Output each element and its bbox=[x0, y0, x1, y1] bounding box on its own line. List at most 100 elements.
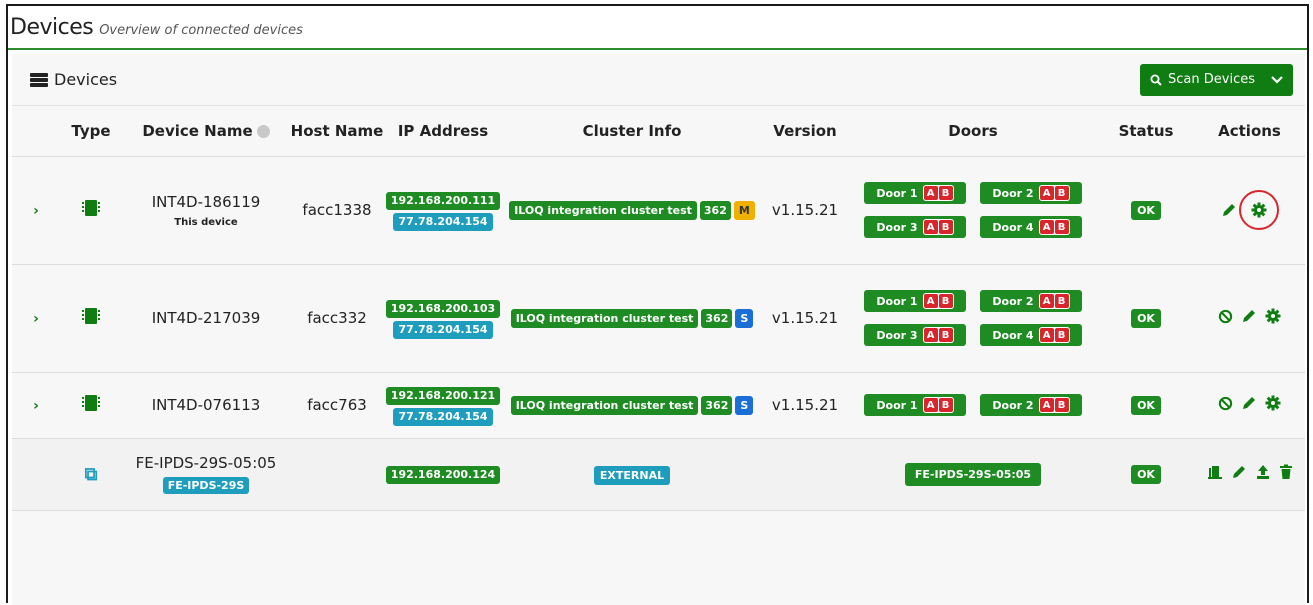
cluster-info: ILOQ integration cluster test 362 M bbox=[509, 201, 755, 220]
door-locks: AB bbox=[1038, 397, 1070, 413]
door-locks: AB bbox=[1038, 293, 1070, 309]
chevron-right-icon[interactable]: › bbox=[33, 203, 39, 219]
device-name: FE-IPDS-29S-05:05 bbox=[135, 454, 277, 472]
table-row[interactable]: › INT4D-076113 facc763 192.168.200.121 77… bbox=[12, 372, 1305, 439]
lock-a[interactable]: A bbox=[923, 328, 938, 342]
col-device-name[interactable]: Device Name bbox=[122, 106, 290, 157]
lock-b[interactable]: B bbox=[938, 220, 953, 234]
cluster-name: ILOQ integration cluster test bbox=[510, 396, 699, 415]
door-badge[interactable]: Door 4 AB bbox=[980, 216, 1082, 238]
panel-header: Devices Scan Devices bbox=[12, 54, 1305, 106]
status-badge: OK bbox=[1131, 201, 1161, 220]
lock-b[interactable]: B bbox=[938, 186, 953, 200]
info-icon[interactable] bbox=[256, 124, 270, 138]
door-label: Door 1 bbox=[876, 398, 918, 412]
lock-b[interactable]: B bbox=[1054, 294, 1069, 308]
chevron-right-icon[interactable]: › bbox=[33, 311, 39, 327]
door-badge[interactable]: Door 2 AB bbox=[980, 394, 1082, 416]
lock-a[interactable]: A bbox=[923, 186, 938, 200]
external-link-icon[interactable]: ⧉ bbox=[85, 464, 98, 485]
doors-grid: Door 1AB Door 2AB bbox=[848, 394, 1098, 416]
lock-a[interactable]: A bbox=[923, 398, 938, 412]
col-version: Version bbox=[762, 106, 848, 157]
scan-devices-label: Scan Devices bbox=[1168, 72, 1255, 87]
scan-devices-button[interactable]: Scan Devices bbox=[1140, 63, 1293, 96]
cluster-info: ILOQ integration cluster test 362 S bbox=[510, 396, 754, 415]
table-row[interactable]: › INT4D-217039 facc332 192.168.200.103 77… bbox=[12, 264, 1305, 373]
table-row[interactable]: ⧉ FE-IPDS-29S-05:05 FE-IPDS-29S 192.168.2… bbox=[12, 438, 1305, 511]
lock-b[interactable]: B bbox=[938, 294, 953, 308]
col-status: Status bbox=[1098, 106, 1194, 157]
trash-icon[interactable] bbox=[1279, 464, 1293, 480]
ip-public: 77.78.204.154 bbox=[393, 407, 493, 426]
lock-b[interactable]: B bbox=[1054, 220, 1069, 234]
ip-local: 192.168.200.121 bbox=[385, 386, 501, 405]
cluster-name: ILOQ integration cluster test bbox=[509, 201, 697, 220]
devices-page: Devices Overview of connected devices De… bbox=[6, 4, 1309, 605]
lock-b[interactable]: B bbox=[1054, 186, 1069, 200]
col-type: Type bbox=[60, 106, 122, 157]
chevron-right-icon[interactable]: › bbox=[33, 398, 39, 414]
gear-icon[interactable] bbox=[1265, 308, 1281, 324]
lock-a[interactable]: A bbox=[1039, 328, 1054, 342]
door-badge[interactable]: Door 1 AB bbox=[864, 394, 966, 416]
door-badge[interactable]: Door 2 AB bbox=[980, 182, 1082, 204]
door-badge[interactable]: Door 4 AB bbox=[980, 324, 1082, 346]
page-subtitle: Overview of connected devices bbox=[99, 22, 303, 38]
lock-a[interactable]: A bbox=[923, 220, 938, 234]
cluster-name: ILOQ integration cluster test bbox=[510, 309, 699, 328]
device-name: INT4D-076113 bbox=[151, 396, 261, 414]
door-badge[interactable]: Door 1 AB bbox=[864, 290, 966, 312]
ip-public: 77.78.204.154 bbox=[393, 320, 493, 339]
status-badge: OK bbox=[1131, 465, 1161, 484]
door-badge[interactable]: FE-IPDS-29S-05:05 bbox=[904, 462, 1042, 486]
row-actions bbox=[1207, 464, 1293, 480]
col-device-name-label: Device Name bbox=[142, 121, 253, 140]
chevron-down-icon[interactable] bbox=[1271, 75, 1283, 84]
lock-a[interactable]: A bbox=[1039, 294, 1054, 308]
lock-a[interactable]: A bbox=[923, 294, 938, 308]
host-name: facc763 bbox=[290, 372, 384, 439]
highlight-circle bbox=[1238, 190, 1279, 230]
ip-public: 77.78.204.154 bbox=[393, 212, 493, 231]
devices-table: Type Device Name Host Name IP Address Cl… bbox=[12, 106, 1305, 511]
door-locks: AB bbox=[922, 293, 954, 309]
door-locks: AB bbox=[922, 397, 954, 413]
lock-b[interactable]: B bbox=[938, 328, 953, 342]
lock-a[interactable]: A bbox=[1039, 186, 1054, 200]
version: v1.15.21 bbox=[762, 264, 848, 373]
door-badge[interactable]: Door 1 AB bbox=[864, 182, 966, 204]
gear-icon[interactable] bbox=[1265, 395, 1281, 411]
door-badge[interactable]: Door 3 AB bbox=[864, 216, 966, 238]
table-row[interactable]: › INT4D-186119 This device facc1338 192.1… bbox=[12, 156, 1305, 265]
col-cluster-info: Cluster Info bbox=[502, 106, 762, 157]
lock-b[interactable]: B bbox=[1054, 398, 1069, 412]
door-label: Door 4 bbox=[992, 328, 1034, 342]
door-open-icon[interactable] bbox=[1207, 464, 1223, 480]
ban-icon[interactable] bbox=[1218, 309, 1233, 324]
lock-a[interactable]: A bbox=[1039, 398, 1054, 412]
panel-title-text: Devices bbox=[54, 70, 118, 89]
host-name bbox=[290, 438, 384, 511]
col-actions: Actions bbox=[1194, 106, 1305, 157]
door-label: Door 2 bbox=[992, 186, 1034, 200]
chip-icon bbox=[82, 395, 100, 411]
pencil-icon[interactable] bbox=[1231, 464, 1247, 480]
ip-local: 192.168.200.124 bbox=[385, 466, 501, 484]
lock-a[interactable]: A bbox=[1039, 220, 1054, 234]
ban-icon[interactable] bbox=[1218, 396, 1233, 411]
pencil-icon[interactable] bbox=[1241, 395, 1257, 411]
cluster-info: ILOQ integration cluster test 362 S bbox=[510, 309, 754, 328]
pencil-icon[interactable] bbox=[1221, 202, 1237, 218]
gear-icon[interactable] bbox=[1251, 202, 1267, 218]
lock-b[interactable]: B bbox=[938, 398, 953, 412]
search-icon bbox=[1150, 74, 1162, 86]
upload-icon[interactable] bbox=[1255, 464, 1271, 480]
ip-local: 192.168.200.111 bbox=[385, 191, 501, 210]
door-locks: AB bbox=[1038, 327, 1070, 343]
pencil-icon[interactable] bbox=[1241, 308, 1257, 324]
door-badge[interactable]: Door 3 AB bbox=[864, 324, 966, 346]
lock-b[interactable]: B bbox=[1054, 328, 1069, 342]
version: v1.15.21 bbox=[762, 372, 848, 439]
door-badge[interactable]: Door 2 AB bbox=[980, 290, 1082, 312]
